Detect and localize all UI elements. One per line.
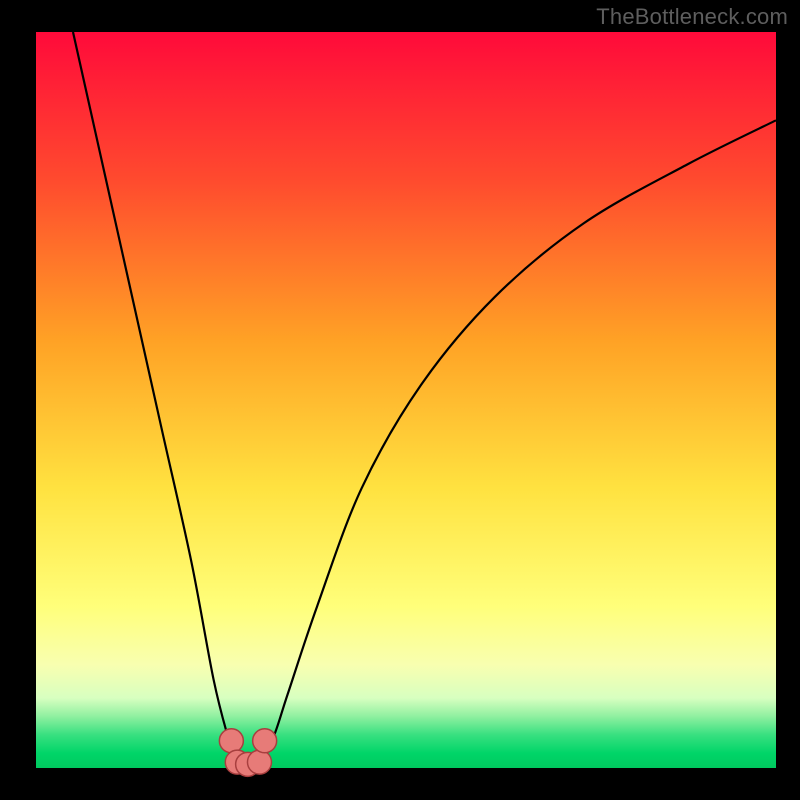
- plot-background: [36, 32, 776, 768]
- marker-1: [219, 729, 243, 753]
- marker-5: [253, 729, 277, 753]
- bottleneck-plot: [0, 0, 800, 800]
- marker-4: [247, 750, 271, 774]
- watermark-label: TheBottleneck.com: [596, 4, 788, 30]
- chart-frame: TheBottleneck.com: [0, 0, 800, 800]
